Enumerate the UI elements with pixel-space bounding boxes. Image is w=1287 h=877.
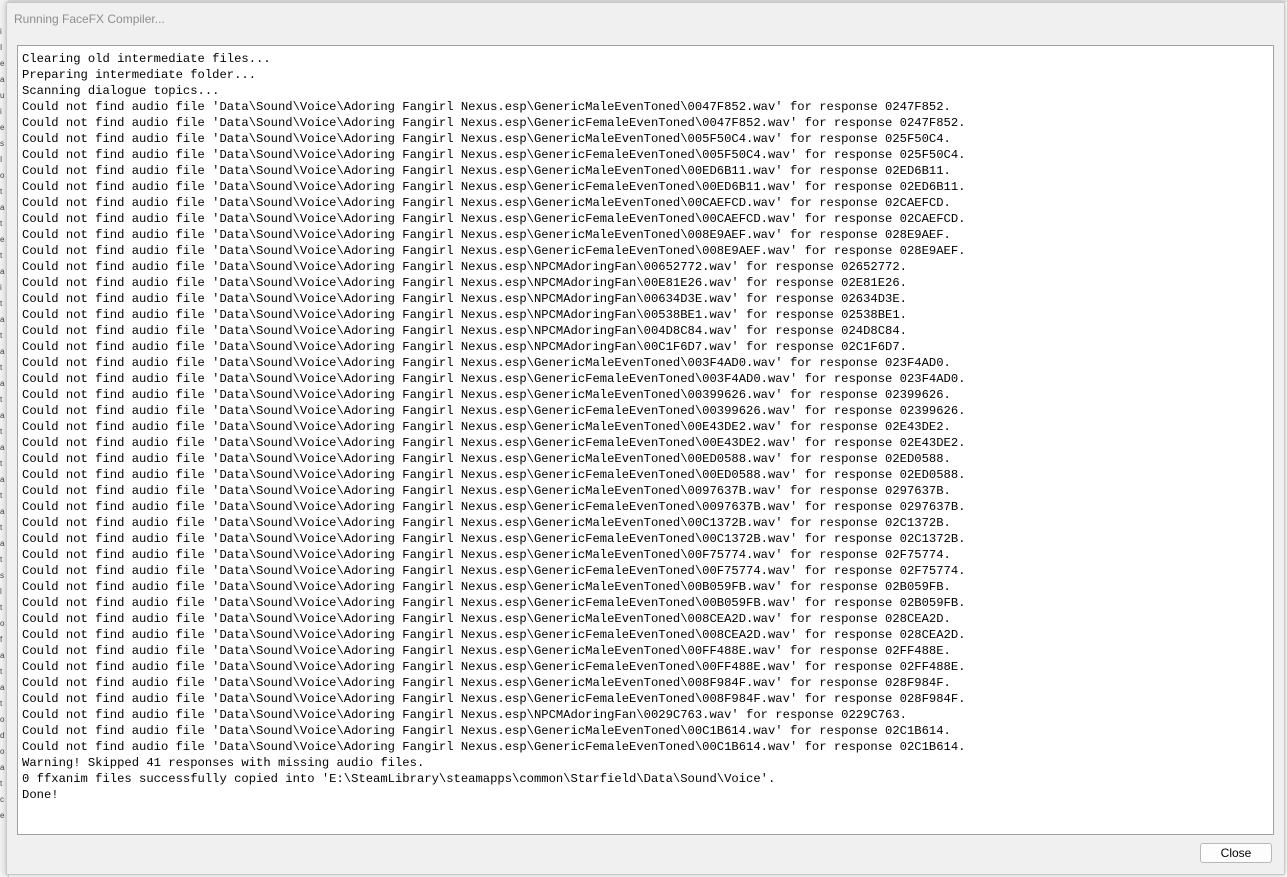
log-line: Warning! Skipped 41 responses with missi… bbox=[22, 756, 425, 770]
log-line: 0 ffxanim files successfully copied into… bbox=[22, 772, 776, 786]
log-line: Could not find audio file 'Data\Sound\Vo… bbox=[22, 276, 907, 290]
log-line: Could not find audio file 'Data\Sound\Vo… bbox=[22, 596, 966, 610]
log-line: Could not find audio file 'Data\Sound\Vo… bbox=[22, 196, 951, 210]
log-line: Could not find audio file 'Data\Sound\Vo… bbox=[22, 660, 966, 674]
log-line: Could not find audio file 'Data\Sound\Vo… bbox=[22, 388, 951, 402]
log-line: Could not find audio file 'Data\Sound\Vo… bbox=[22, 532, 966, 546]
log-line: Done! bbox=[22, 788, 59, 802]
log-line: Could not find audio file 'Data\Sound\Vo… bbox=[22, 292, 907, 306]
log-line: Could not find audio file 'Data\Sound\Vo… bbox=[22, 612, 951, 626]
log-line: Could not find audio file 'Data\Sound\Vo… bbox=[22, 500, 966, 514]
log-line: Could not find audio file 'Data\Sound\Vo… bbox=[22, 724, 951, 738]
log-line: Could not find audio file 'Data\Sound\Vo… bbox=[22, 564, 966, 578]
log-line: Could not find audio file 'Data\Sound\Vo… bbox=[22, 452, 951, 466]
log-line: Could not find audio file 'Data\Sound\Vo… bbox=[22, 148, 966, 162]
log-line: Could not find audio file 'Data\Sound\Vo… bbox=[22, 164, 951, 178]
log-line: Could not find audio file 'Data\Sound\Vo… bbox=[22, 420, 951, 434]
log-line: Could not find audio file 'Data\Sound\Vo… bbox=[22, 708, 907, 722]
log-line: Could not find audio file 'Data\Sound\Vo… bbox=[22, 212, 966, 226]
log-line: Could not find audio file 'Data\Sound\Vo… bbox=[22, 324, 907, 338]
log-line: Could not find audio file 'Data\Sound\Vo… bbox=[22, 100, 951, 114]
log-line: Could not find audio file 'Data\Sound\Vo… bbox=[22, 580, 951, 594]
log-line: Could not find audio file 'Data\Sound\Vo… bbox=[22, 116, 966, 130]
log-line: Could not find audio file 'Data\Sound\Vo… bbox=[22, 260, 907, 274]
log-line: Could not find audio file 'Data\Sound\Vo… bbox=[22, 676, 951, 690]
dialog-titlebar[interactable]: Running FaceFX Compiler... bbox=[7, 3, 1284, 35]
log-line: Could not find audio file 'Data\Sound\Vo… bbox=[22, 516, 951, 530]
log-line: Preparing intermediate folder... bbox=[22, 68, 257, 82]
log-line: Could not find audio file 'Data\Sound\Vo… bbox=[22, 244, 966, 258]
log-line: Could not find audio file 'Data\Sound\Vo… bbox=[22, 628, 966, 642]
log-output-text: Clearing old intermediate files... Prepar… bbox=[22, 51, 965, 803]
dialog-title: Running FaceFX Compiler... bbox=[14, 12, 165, 26]
log-line: Could not find audio file 'Data\Sound\Vo… bbox=[22, 468, 966, 482]
log-line: Could not find audio file 'Data\Sound\Vo… bbox=[22, 132, 951, 146]
log-output-panel[interactable]: Clearing old intermediate files... Prepar… bbox=[17, 45, 1274, 835]
log-line: Could not find audio file 'Data\Sound\Vo… bbox=[22, 340, 907, 354]
log-line: Could not find audio file 'Data\Sound\Vo… bbox=[22, 436, 966, 450]
log-line: Could not find audio file 'Data\Sound\Vo… bbox=[22, 308, 907, 322]
log-line: Could not find audio file 'Data\Sound\Vo… bbox=[22, 740, 966, 754]
log-line: Clearing old intermediate files... bbox=[22, 52, 271, 66]
log-line: Scanning dialogue topics... bbox=[22, 84, 220, 98]
log-line: Could not find audio file 'Data\Sound\Vo… bbox=[22, 404, 966, 418]
log-line: Could not find audio file 'Data\Sound\Vo… bbox=[22, 548, 951, 562]
compiler-dialog: Running FaceFX Compiler... Clearing old … bbox=[6, 2, 1285, 875]
log-line: Could not find audio file 'Data\Sound\Vo… bbox=[22, 356, 951, 370]
close-button[interactable]: Close bbox=[1200, 843, 1272, 863]
log-line: Could not find audio file 'Data\Sound\Vo… bbox=[22, 372, 966, 386]
log-line: Could not find audio file 'Data\Sound\Vo… bbox=[22, 180, 966, 194]
log-line: Could not find audio file 'Data\Sound\Vo… bbox=[22, 228, 951, 242]
log-line: Could not find audio file 'Data\Sound\Vo… bbox=[22, 644, 951, 658]
log-line: Could not find audio file 'Data\Sound\Vo… bbox=[22, 692, 966, 706]
log-line: Could not find audio file 'Data\Sound\Vo… bbox=[22, 484, 951, 498]
